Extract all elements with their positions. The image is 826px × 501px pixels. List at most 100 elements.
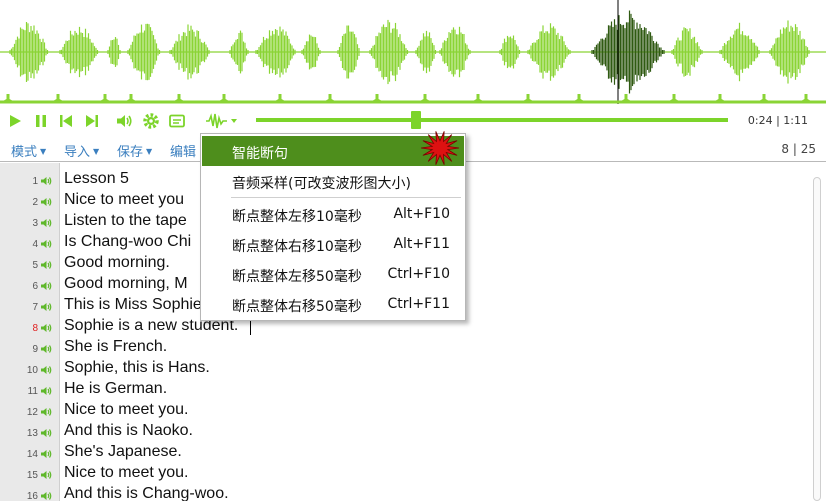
breakpoint-marker[interactable] [325,94,335,101]
breakpoint-marker[interactable] [523,94,533,101]
menu-import[interactable]: 导入 ▼ [64,141,99,160]
menu-item-label: 智能断句 [232,146,288,162]
transcript-line[interactable]: And this is Chang-woo. [64,485,229,501]
menu-item-shift-left-10ms[interactable]: 断点整体左移10毫秒 Alt+F10 [202,199,464,229]
menu-mode-label: 模式 [11,145,38,160]
transcript-line[interactable]: Lesson 5 [64,170,129,188]
breakpoint-marker[interactable] [420,94,430,101]
line-number: 12 [26,407,38,418]
menu-item-shortcut: Alt+F11 [393,236,450,252]
menu-edit[interactable]: 编辑 [170,141,196,160]
speaker-icon[interactable] [40,279,52,291]
menu-mode[interactable]: 模式 ▼ [11,141,46,160]
transcript-line[interactable]: Nice to meet you. [64,464,189,482]
speaker-icon[interactable] [40,426,52,438]
gear-icon[interactable] [142,112,160,130]
progress-thumb[interactable] [411,111,422,129]
vertical-scrollbar[interactable] [813,177,821,501]
gutter-row: 2 [0,190,60,211]
menu-item-shift-right-10ms[interactable]: 断点整体右移10毫秒 Alt+F11 [202,229,464,259]
menu-item-shift-right-50ms[interactable]: 断点整体右移50毫秒 Ctrl+F11 [202,289,464,319]
breakpoint-marker[interactable] [275,94,285,101]
breakpoint-marker[interactable] [473,94,483,101]
waveform-panel[interactable] [0,0,826,106]
transcript-line[interactable]: He is German. [64,380,167,398]
speaker-icon[interactable] [40,300,52,312]
transcript-line[interactable]: Nice to meet you [64,191,184,209]
speaker-icon[interactable] [40,489,52,501]
menu-item-audio-sampling[interactable]: 音频采样(可改变波形图大小) [202,166,464,196]
breakpoint-marker[interactable] [759,94,769,101]
play-icon[interactable] [6,112,24,130]
breakpoint-marker[interactable] [801,94,811,101]
speaker-icon[interactable] [40,447,52,459]
gutter-row: 16 [0,484,60,501]
speaker-icon[interactable] [40,321,52,333]
transcript-line[interactable]: Nice to meet you. [64,401,189,419]
transcript-line[interactable]: This is Miss Sophie [64,296,202,314]
line-number: 6 [32,281,38,292]
speaker-icon[interactable] [40,195,52,207]
waveform-graph[interactable] [0,0,826,106]
time-readout: 0:24 | 1:11 [747,114,808,127]
gutter-row: 10 [0,358,60,379]
waveform-menu-button[interactable] [205,112,239,130]
breakpoint-marker[interactable] [53,94,63,101]
line-counter: 8 | 25 [781,142,816,156]
breakpoint-marker[interactable] [100,94,110,101]
line-number: 11 [27,386,38,397]
line-number: 14 [26,449,38,460]
speaker-icon[interactable] [40,468,52,480]
menu-save[interactable]: 保存 ▼ [117,141,152,160]
gutter-row: 9 [0,337,60,358]
subtitle-icon[interactable] [168,112,186,130]
speaker-icon[interactable] [40,174,52,186]
transcript-line[interactable]: She is French. [64,338,167,356]
menu-item-label: 断点整体左移10毫秒 [232,209,362,225]
speaker-icon[interactable] [40,258,52,270]
pause-icon[interactable] [32,112,50,130]
chevron-down-icon: ▼ [146,147,153,156]
transcript-line[interactable]: She's Japanese. [64,443,182,461]
gutter-row: 14 [0,442,60,463]
gutter-row: 13 [0,421,60,442]
transcript-line[interactable]: Is Chang-woo Chi [64,233,191,251]
breakpoint-marker[interactable] [3,94,13,101]
line-number: 16 [26,491,38,501]
menu-item-shift-left-50ms[interactable]: 断点整体左移50毫秒 Ctrl+F10 [202,259,464,289]
menu-item-label: 断点整体左移50毫秒 [232,269,362,285]
gutter-row: 7 [0,295,60,316]
speaker-icon[interactable] [40,363,52,375]
volume-icon[interactable] [115,112,133,130]
breakpoint-marker[interactable] [372,94,382,101]
gutter-row: 12 [0,400,60,421]
gutter-row: 15 [0,463,60,484]
transcript-line[interactable]: And this is Naoko. [64,422,193,440]
menu-item-label: 断点整体右移50毫秒 [232,299,362,315]
transcript-line[interactable]: Good morning. [64,254,170,272]
breakpoint-marker[interactable] [715,94,725,101]
menu-import-label: 导入 [64,145,91,160]
speaker-icon[interactable] [40,405,52,417]
transcript-line[interactable]: Good morning, M [64,275,188,293]
transcript-line[interactable]: Sophie, this is Hans. [64,359,210,377]
breakpoint-marker[interactable] [174,94,184,101]
skip-back-icon[interactable] [57,112,75,130]
speaker-icon[interactable] [40,384,52,396]
breakpoint-marker[interactable] [219,94,229,101]
breakpoint-marker[interactable] [574,94,584,101]
speaker-icon[interactable] [40,216,52,228]
breakpoint-marker[interactable] [621,94,631,101]
progress-slider[interactable] [256,118,728,122]
transcript-line[interactable]: Listen to the tape [64,212,187,230]
breakpoint-marker[interactable] [126,94,136,101]
text-cursor [250,319,251,335]
breakpoint-marker[interactable] [669,94,679,101]
menu-separator [231,197,461,198]
skip-forward-icon[interactable] [83,112,101,130]
line-number: 10 [26,365,38,376]
speaker-icon[interactable] [40,237,52,249]
line-number: 8 [32,323,38,334]
menu-edit-label: 编辑 [170,145,197,160]
speaker-icon[interactable] [40,342,52,354]
